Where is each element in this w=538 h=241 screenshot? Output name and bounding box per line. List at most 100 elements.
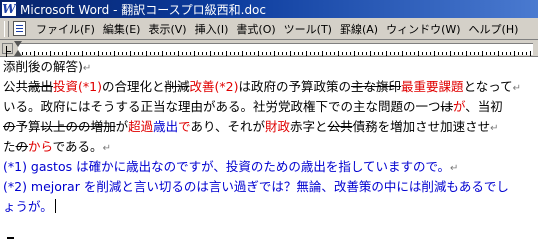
text-segment: の合理化と <box>102 79 165 94</box>
ruler-tick <box>274 51 275 56</box>
ruler-tick <box>358 52 359 55</box>
ruler-tick <box>174 52 175 55</box>
ruler-tick <box>370 51 371 56</box>
window-title: Microsoft Word - 翻訳コースプロ級西和.doc <box>20 2 266 17</box>
note-2-cont-text: ょうが。 <box>3 199 53 214</box>
document-text[interactable]: 添削後の解答)↵ 公共歳出投資(*1)の合理化と削減改善(*2)は政府の予算政策… <box>0 57 538 217</box>
ruler-tick <box>494 52 495 55</box>
ruler-tick <box>298 52 299 55</box>
menu-format[interactable]: 書式(O) <box>232 21 279 37</box>
ruler-tick <box>110 52 111 55</box>
text-segment: 債務を増加させ加速させ <box>352 119 491 134</box>
note-2: (*2) mejorar を削減と言い切るのは言い過ぎでは？無論、改善策の中には… <box>3 177 538 197</box>
ruler-tick <box>366 52 367 55</box>
ruler-tick <box>498 51 499 56</box>
heading-text: 添削後の解答) <box>3 59 83 74</box>
menu-tools[interactable]: ツール(T) <box>280 21 336 37</box>
ruler-tick <box>86 52 87 55</box>
ruler-tick <box>474 52 475 55</box>
ruler-tick <box>258 51 259 56</box>
ruler-tick <box>318 52 319 55</box>
ruler-tick <box>78 52 79 55</box>
menu-table[interactable]: 罫線(A) <box>336 21 382 37</box>
ruler-tick <box>26 52 27 55</box>
ruler-tick <box>338 51 339 56</box>
ruler-tick <box>154 52 155 55</box>
ruler-tick <box>514 51 515 56</box>
ruler-tick <box>90 52 91 55</box>
document-icon[interactable] <box>13 21 26 36</box>
ruler-tick <box>450 51 451 56</box>
menu-help[interactable]: ヘルプ(H) <box>465 21 523 37</box>
ruler-tick <box>158 52 159 55</box>
ruler-tick <box>374 52 375 55</box>
ruler-tick <box>170 52 171 55</box>
ruler-tick <box>394 52 395 55</box>
menu-edit[interactable]: 編集(E) <box>99 21 145 37</box>
ruler-tick <box>390 52 391 55</box>
note-1: (*1) gastos は確かに歳出なのですが、投資のための歳出を指していますの… <box>3 159 459 174</box>
text-segment: 主な <box>351 79 377 94</box>
ruler-tick <box>350 52 351 55</box>
ruler-strip[interactable] <box>18 43 533 56</box>
ruler-tick <box>506 52 507 55</box>
ruler-tick <box>314 52 315 55</box>
ruler-tick <box>406 52 407 55</box>
ruler-tick <box>410 52 411 55</box>
ruler-tick <box>522 52 523 55</box>
ruler-tick <box>102 52 103 55</box>
text-cursor <box>54 199 56 213</box>
line-1: 公共歳出投資(*1)の合理化と削減改善(*2)は政府の予算政策の主な旗印最重要課… <box>3 79 521 94</box>
ruler-tick <box>74 52 75 55</box>
ruler-tick <box>34 51 35 56</box>
ruler-tick <box>134 52 135 55</box>
ruler-tick <box>346 52 347 55</box>
text-segment: 超過 <box>128 119 154 134</box>
ruler-tick <box>210 51 211 56</box>
ruler-tick <box>54 52 55 55</box>
ruler-tick <box>38 52 39 55</box>
menu-insert[interactable]: 挿入(I) <box>191 21 233 37</box>
text-segment: 投資(*1) <box>53 79 102 94</box>
text-segment: の <box>3 119 16 134</box>
ruler-tick <box>326 52 327 55</box>
ruler-tick <box>378 52 379 55</box>
ruler-tick <box>470 52 471 55</box>
ruler-tick <box>194 51 195 56</box>
toolbar-grip[interactable] <box>4 20 9 37</box>
ruler-tick <box>270 52 271 55</box>
ruler-tick <box>182 52 183 55</box>
text-segment: 予算 <box>15 119 41 134</box>
document-area[interactable]: 添削後の解答)↵ 公共歳出投資(*1)の合理化と削減改善(*2)は政府の予算政策… <box>0 57 538 241</box>
hanging-indent-marker-icon[interactable] <box>14 50 22 56</box>
text-segment: 赤字と <box>290 119 328 134</box>
ruler-tick <box>114 51 115 56</box>
ruler-tick <box>482 51 483 56</box>
first-line-indent-marker-icon[interactable] <box>14 41 22 47</box>
ruler-tick <box>310 52 311 55</box>
ruler-tick <box>454 52 455 55</box>
ruler-tick <box>254 52 255 55</box>
ruler-tick <box>126 52 127 55</box>
horizontal-ruler[interactable] <box>0 40 538 57</box>
ruler-tick <box>98 51 99 56</box>
ruler-tick <box>202 52 203 55</box>
ruler-tick <box>234 52 235 55</box>
tab-selector-icon[interactable] <box>2 43 13 54</box>
ruler-tick <box>118 52 119 55</box>
text-segment: 公共 <box>3 79 29 94</box>
text-segment: 財政 <box>265 119 291 134</box>
menu-file[interactable]: ファイル(F) <box>32 21 99 37</box>
ruler-tick <box>330 52 331 55</box>
ruler-tick <box>66 51 67 56</box>
text-segment: は <box>440 99 454 114</box>
word-logo-icon: W <box>2 2 16 16</box>
ruler-tick <box>58 52 59 55</box>
text-segment: 歳出 <box>28 79 54 94</box>
ruler-tick <box>490 52 491 55</box>
menu-bar: ファイル(F) 編集(E) 表示(V) 挿入(I) 書式(O) ツール(T) 罫… <box>0 18 538 40</box>
ruler-tick <box>238 52 239 55</box>
text-segment: た <box>3 139 16 154</box>
menu-window[interactable]: ウィンドウ(W) <box>382 21 464 37</box>
menu-view[interactable]: 表示(V) <box>144 21 190 37</box>
